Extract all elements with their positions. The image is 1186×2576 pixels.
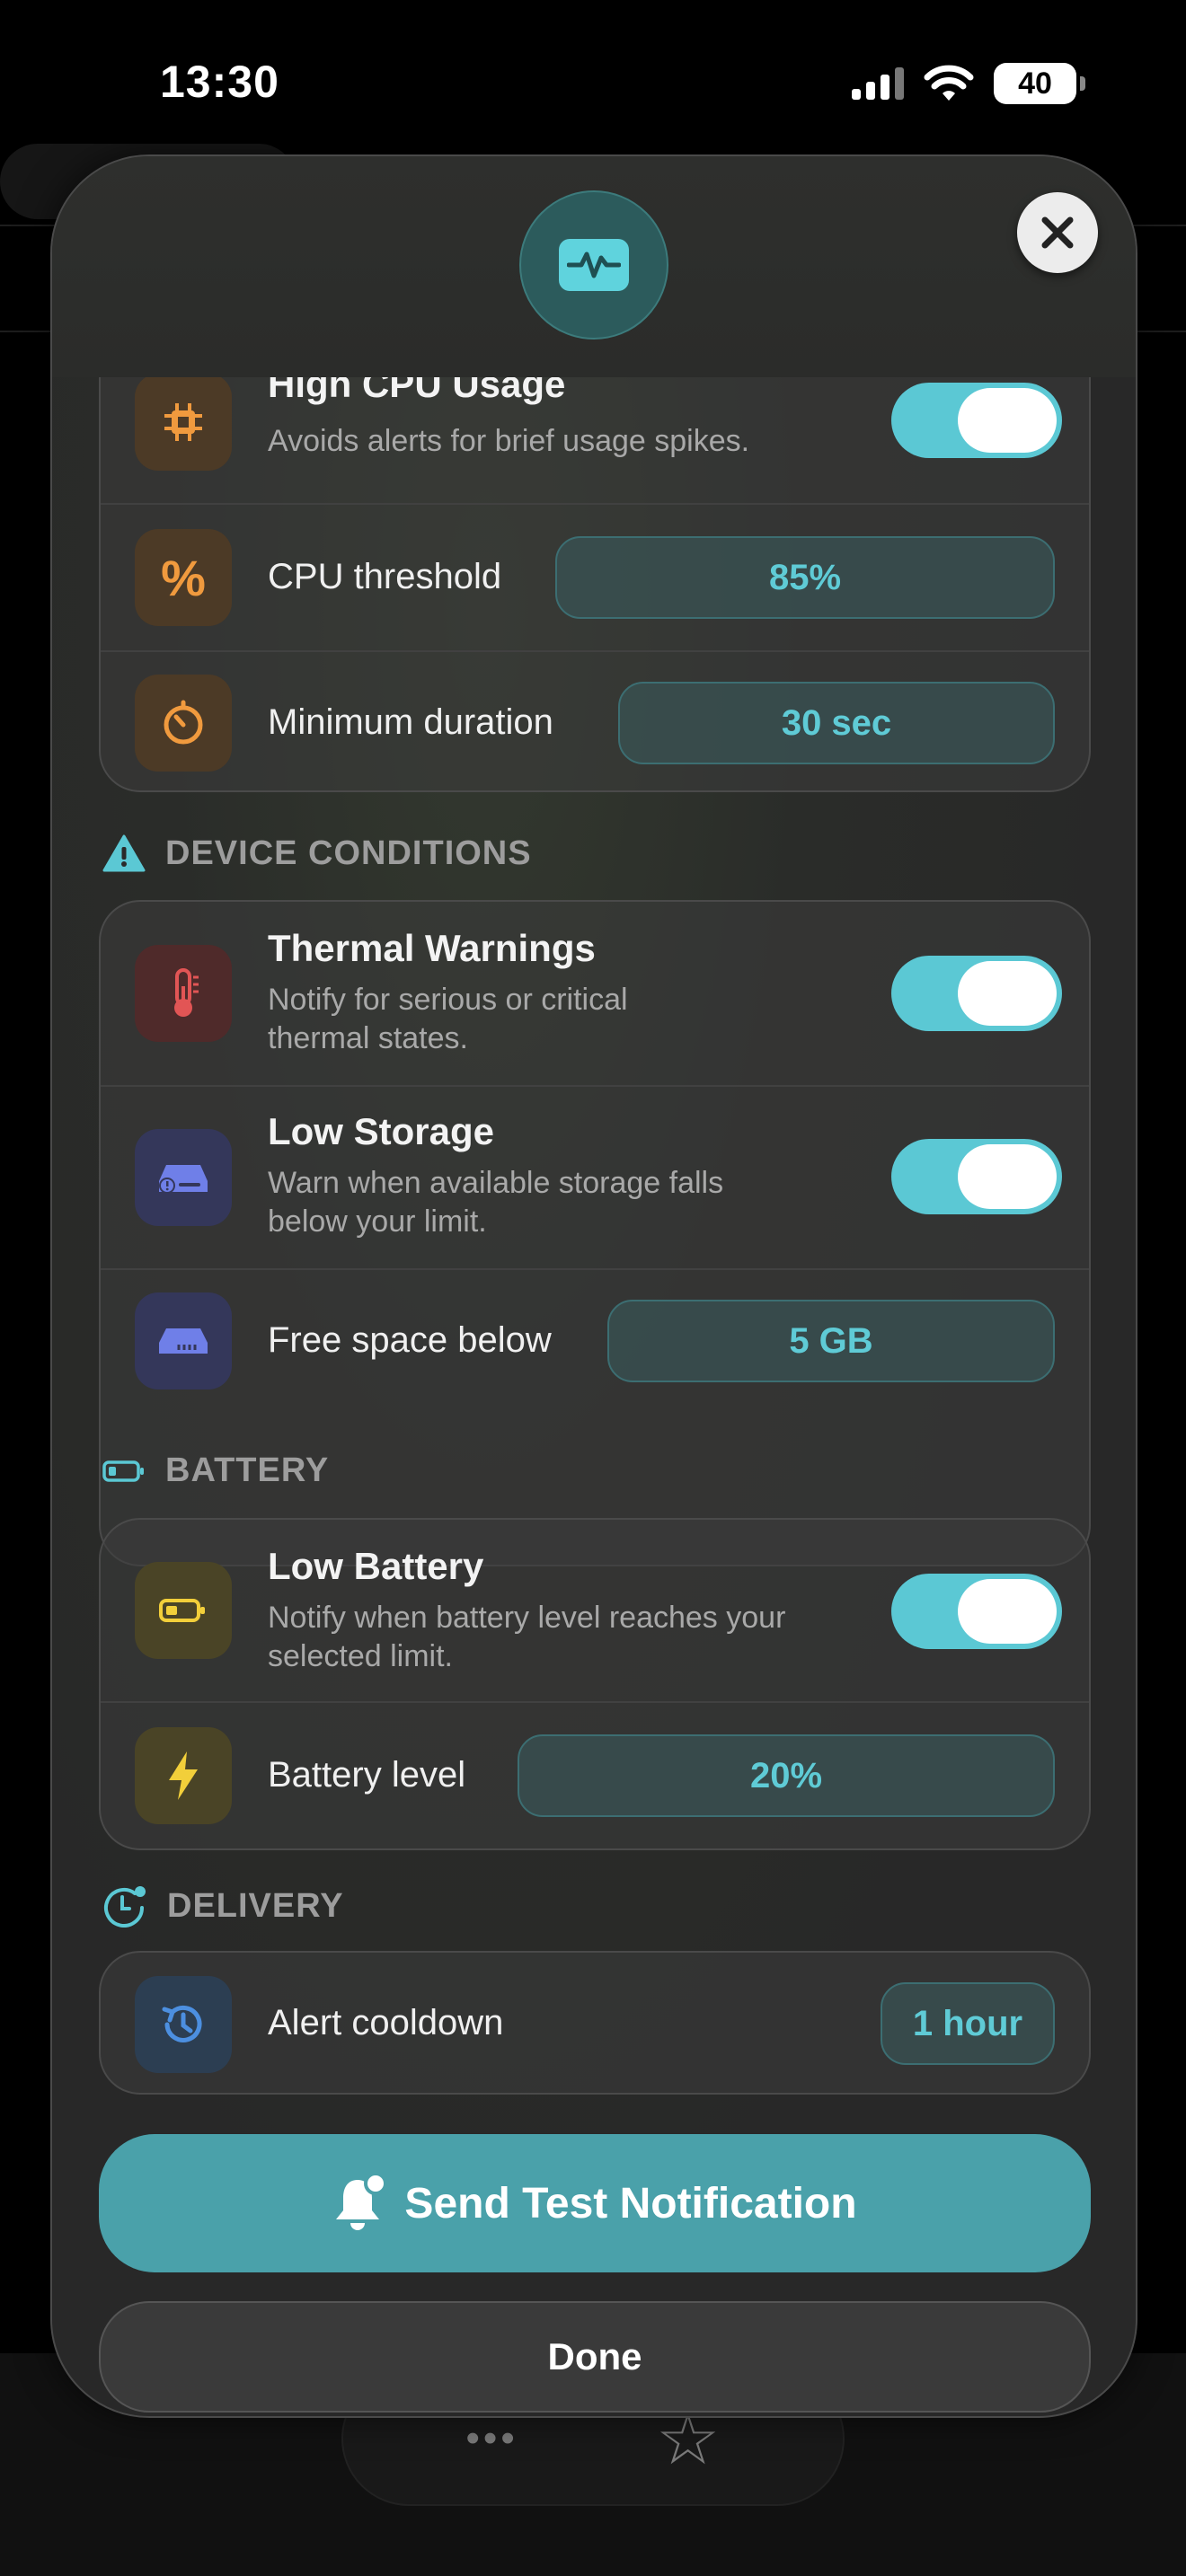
waveform-icon [559, 239, 629, 291]
low-battery-title: Low Battery [268, 1545, 484, 1587]
status-icons: 40 [852, 63, 1085, 104]
send-test-notification-label: Send Test Notification [404, 2179, 857, 2228]
thermal-subtitle-line-1: Notify for serious or critical [268, 983, 628, 1017]
delivery-header: DELIVERY [102, 1884, 344, 1928]
high-cpu-toggle[interactable] [891, 383, 1062, 458]
alert-cooldown-label: Alert cooldown [268, 2003, 504, 2042]
wifi-icon [924, 65, 974, 101]
percent-icon: % [135, 529, 232, 626]
cpu-icon [135, 374, 232, 471]
low-storage-row: Low Storage Warn when available storage … [101, 1087, 1089, 1268]
alert-cooldown-value[interactable]: 1 hour [881, 1982, 1055, 2065]
battery-heading: BATTERY [165, 1451, 330, 1489]
free-space-row: Free space below 5 GB [101, 1270, 1089, 1412]
battery-level-label: Battery level [268, 1755, 466, 1795]
cpu-threshold-row: % CPU threshold 85% [101, 505, 1089, 650]
battery-level-value[interactable]: 20% [518, 1734, 1055, 1817]
background-more-icon: ••• [465, 2416, 518, 2460]
send-test-notification-button[interactable]: Send Test Notification [99, 2134, 1091, 2272]
clock-badge-icon [104, 1886, 146, 1928]
bolt-icon [135, 1727, 232, 1824]
device-conditions-header: DEVICE CONDITIONS [102, 834, 532, 873]
high-cpu-subtitle: Avoids alerts for brief usage spikes. [268, 424, 750, 458]
low-storage-title: Low Storage [268, 1110, 495, 1152]
low-storage-subtitle-line-2: below your limit. [268, 1204, 487, 1239]
low-battery-row: Low Battery Notify when battery level re… [101, 1520, 1089, 1701]
close-button[interactable] [1017, 192, 1098, 273]
cpu-threshold-value[interactable]: 85% [555, 536, 1055, 619]
battery-indicator: 40 [994, 63, 1085, 104]
low-battery-subtitle-line-2: selected limit. [268, 1639, 453, 1673]
thermal-row: Thermal Warnings Notify for serious or c… [101, 902, 1089, 1085]
cpu-alerts-card: High CPU Usage Avoids alerts for brief u… [99, 336, 1091, 792]
battery-icon [102, 1460, 144, 1482]
close-icon [1041, 216, 1074, 249]
delivery-heading: DELIVERY [167, 1886, 344, 1925]
cpu-threshold-label: CPU threshold [268, 557, 502, 596]
alert-cooldown-row: Alert cooldown 1 hour [101, 1953, 1089, 2093]
free-space-value[interactable]: 5 GB [607, 1300, 1055, 1382]
status-time: 13:30 [160, 57, 279, 107]
bell-badge-icon [336, 2173, 388, 2230]
device-conditions-heading: DEVICE CONDITIONS [165, 834, 532, 872]
activity-badge [519, 190, 668, 340]
warning-icon [102, 834, 146, 872]
thermal-title: Thermal Warnings [268, 927, 596, 969]
storage-warning-icon [135, 1129, 232, 1226]
delivery-card: Alert cooldown 1 hour [99, 1951, 1091, 2095]
thermal-subtitle-line-2: thermal states. [268, 1021, 468, 1055]
done-button[interactable]: Done [99, 2301, 1091, 2413]
min-duration-value[interactable]: 30 sec [618, 682, 1055, 764]
low-storage-subtitle-line-1: Warn when available storage falls [268, 1166, 724, 1200]
low-storage-toggle[interactable] [891, 1139, 1062, 1214]
battery-card: Low Battery Notify when battery level re… [99, 1518, 1091, 1850]
low-battery-icon [135, 1562, 232, 1659]
notification-settings-sheet: High CPU Usage Avoids alerts for brief u… [50, 154, 1137, 2418]
free-space-label: Free space below [268, 1320, 552, 1360]
history-icon [135, 1976, 232, 2073]
battery-header: BATTERY [102, 1451, 329, 1490]
low-battery-subtitle-line-1: Notify when battery level reaches your [268, 1601, 786, 1635]
low-battery-toggle[interactable] [891, 1574, 1062, 1649]
sheet-header [52, 156, 1136, 377]
timer-icon [135, 675, 232, 772]
done-label: Done [547, 2335, 642, 2378]
thermal-toggle[interactable] [891, 956, 1062, 1031]
battery-level-row: Battery level 20% [101, 1703, 1089, 1848]
drive-icon [135, 1292, 232, 1389]
min-duration-label: Minimum duration [268, 702, 553, 742]
cellular-signal-icon [852, 67, 904, 100]
min-duration-row: Minimum duration 30 sec [101, 652, 1089, 790]
thermometer-icon [135, 945, 232, 1042]
